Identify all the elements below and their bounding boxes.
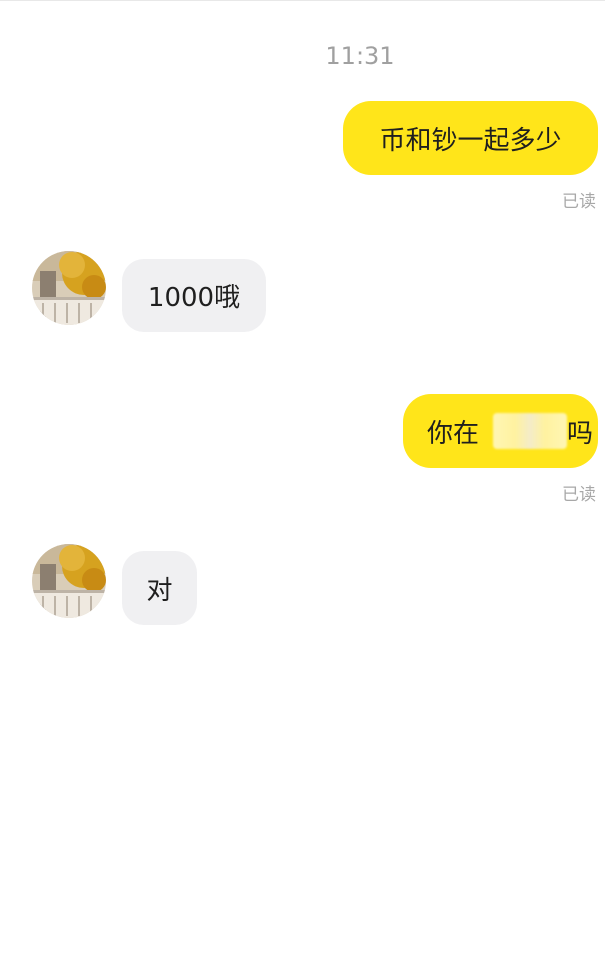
chat-timestamp: 11:31 [325, 42, 395, 70]
avatar-image [32, 544, 106, 618]
read-status: 已读 [562, 485, 596, 505]
outgoing-message-bubble[interactable]: 你在 吗 [403, 394, 598, 468]
avatar-image [32, 251, 106, 325]
message-text-fragment: 吗 [567, 418, 594, 449]
message-text: 1000哦 [147, 283, 241, 313]
read-status: 已读 [562, 192, 596, 212]
top-divider [0, 0, 605, 1]
outgoing-message-bubble[interactable]: 币和钞一起多少 [343, 101, 598, 175]
incoming-message-bubble[interactable]: 对 [122, 551, 197, 625]
message-text: 对 [146, 575, 173, 606]
message-text: 你在 [427, 418, 480, 449]
incoming-message-bubble[interactable]: 1000哦 [122, 259, 266, 332]
contact-avatar[interactable] [32, 544, 106, 618]
contact-avatar[interactable] [32, 251, 106, 325]
message-text: 币和钞一起多少 [379, 125, 562, 156]
redacted-region [493, 413, 568, 449]
